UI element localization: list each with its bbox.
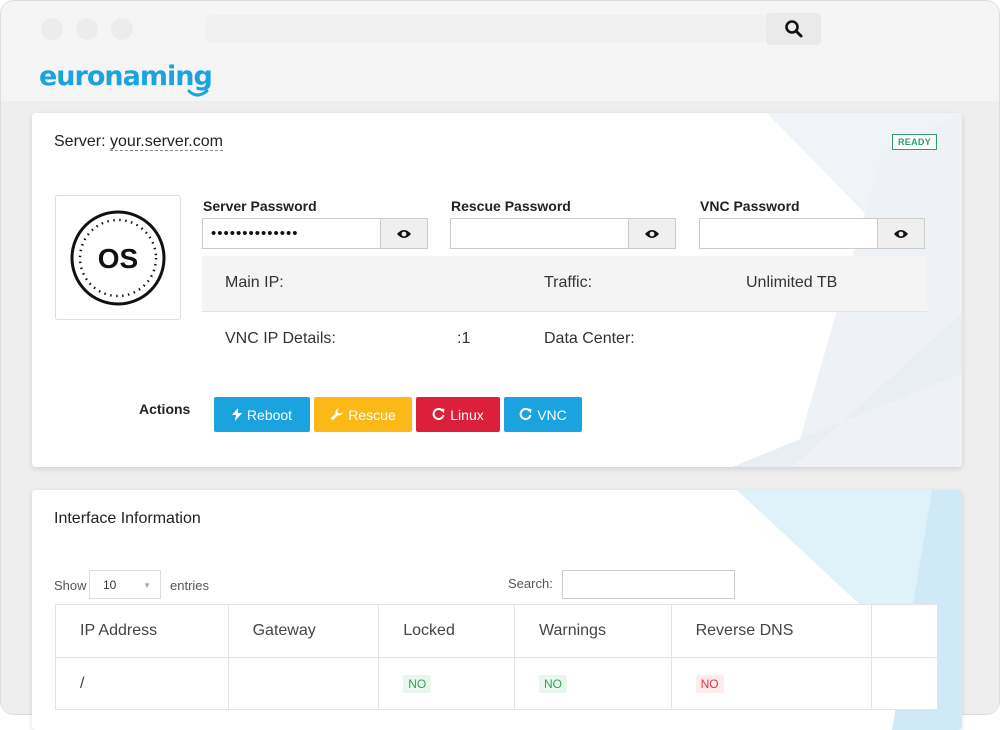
os-logo: OS <box>55 195 181 320</box>
page-size-value: 10 <box>103 578 117 592</box>
details-row-vnc: VNC IP Details: :1 Data Center: <box>202 311 927 366</box>
vnc-password-label: VNC Password <box>700 198 800 214</box>
interface-title: Interface Information <box>54 510 201 527</box>
search-label: Search: <box>508 576 553 591</box>
search-icon <box>784 20 802 38</box>
eye-icon <box>645 229 659 238</box>
caret-down-icon: ▼ <box>143 581 151 590</box>
rescue-button[interactable]: Rescue <box>314 397 412 432</box>
interface-table: IP Address Gateway Locked Warnings Rever… <box>55 604 938 710</box>
column-header[interactable]: IP Address <box>56 605 229 657</box>
server-card: Server: your.server.com READY OS Server … <box>32 113 962 467</box>
show-label: Show <box>54 578 87 593</box>
warnings-badge: NO <box>538 674 567 693</box>
interface-card: Interface Information Show 10 ▼ entries … <box>32 490 962 730</box>
eye-icon <box>397 229 411 238</box>
datacenter-label: Data Center: <box>544 330 635 347</box>
column-header[interactable]: Warnings <box>515 605 672 657</box>
page-size-select[interactable]: 10 ▼ <box>89 570 161 599</box>
column-header[interactable]: Reverse DNS <box>672 605 873 657</box>
vnc-password-group <box>699 218 925 249</box>
eye-icon <box>894 229 908 238</box>
rescue-button-label: Rescue <box>348 406 396 423</box>
svg-text:OS: OS <box>98 243 138 274</box>
vnc-button[interactable]: VNC <box>504 397 582 432</box>
show-server-password-button[interactable] <box>380 218 428 249</box>
show-vnc-password-button[interactable] <box>877 218 925 249</box>
show-rescue-password-button[interactable] <box>628 218 676 249</box>
entries-label: entries <box>170 578 210 593</box>
server-password-label: Server Password <box>203 198 317 214</box>
server-password-field[interactable] <box>202 218 380 249</box>
reboot-button[interactable]: Reboot <box>214 397 310 432</box>
vnc-button-label: VNC <box>537 406 567 423</box>
warnings-cell: NO <box>515 658 672 709</box>
details-row-ip: Main IP: Traffic: Unlimited TB <box>202 256 927 311</box>
refresh-icon <box>432 408 445 420</box>
table-header-row: IP Address Gateway Locked Warnings Rever… <box>56 605 937 657</box>
ip-address-cell: / <box>56 658 229 709</box>
server-title: Server: your.server.com <box>54 133 223 151</box>
status-badge: READY <box>892 134 938 150</box>
locked-cell: NO <box>379 658 515 709</box>
title-bar <box>1 1 999 59</box>
server-title-prefix: Server: <box>54 133 111 150</box>
column-header[interactable]: Locked <box>379 605 515 657</box>
server-hostname[interactable]: your.server.com <box>110 133 223 151</box>
reverse-dns-cell: NO <box>672 658 873 709</box>
server-password-group <box>202 218 428 249</box>
refresh-icon <box>519 408 532 420</box>
vnc-ip-value: :1 <box>457 330 471 347</box>
traffic-value: Unlimited TB <box>746 274 838 291</box>
svg-text:euronaming: euronaming <box>39 61 212 92</box>
rescue-password-field[interactable] <box>450 218 628 249</box>
bolt-icon <box>231 408 242 421</box>
rescue-password-group <box>450 218 676 249</box>
vnc-ip-label: VNC IP Details: <box>225 330 336 347</box>
os-icon: OS <box>70 210 166 305</box>
main-ip-label: Main IP: <box>225 274 284 291</box>
rescue-password-label: Rescue Password <box>451 198 571 214</box>
linux-button[interactable]: Linux <box>416 397 500 432</box>
vnc-password-field[interactable] <box>699 218 877 249</box>
row-actions-cell <box>872 658 937 709</box>
brand-logo[interactable]: euronaming <box>39 61 214 101</box>
gateway-cell <box>229 658 380 709</box>
window-control-dot[interactable] <box>76 18 98 40</box>
column-header[interactable] <box>872 605 937 657</box>
table-search-input[interactable] <box>562 570 735 599</box>
window-control-dot[interactable] <box>111 18 133 40</box>
traffic-label: Traffic: <box>544 274 593 291</box>
locked-badge: NO <box>403 674 432 693</box>
linux-button-label: Linux <box>450 406 484 423</box>
column-header[interactable]: Gateway <box>229 605 380 657</box>
window-control-dot[interactable] <box>41 18 63 40</box>
search-button[interactable] <box>766 13 821 45</box>
reverse-dns-badge: NO <box>695 674 724 693</box>
actions-label: Actions <box>139 401 191 417</box>
reboot-button-label: Reboot <box>246 406 293 423</box>
address-bar[interactable] <box>206 15 766 43</box>
wrench-icon <box>330 408 343 421</box>
table-row: / NO NO NO <box>56 657 937 709</box>
